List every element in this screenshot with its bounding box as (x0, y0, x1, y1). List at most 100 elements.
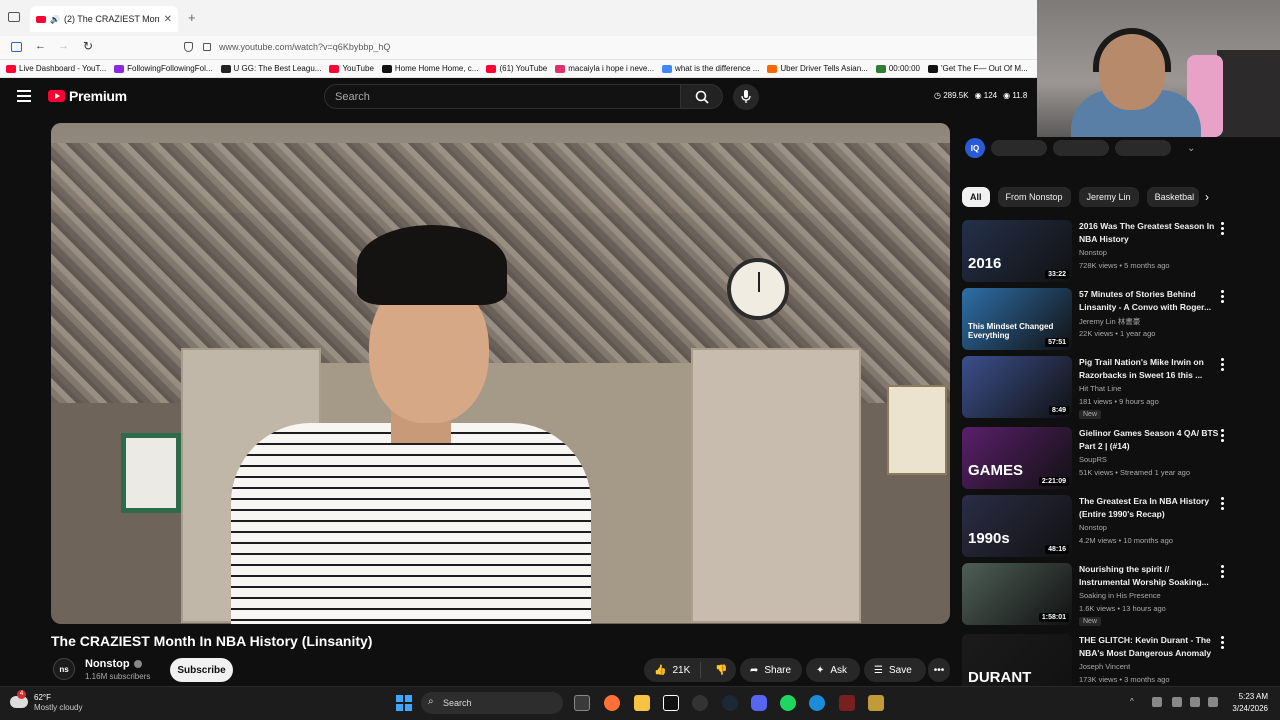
lock-icon[interactable] (203, 43, 211, 51)
discord-icon[interactable] (751, 695, 767, 711)
weather-widget[interactable]: 4 62°F Mostly cloudy (10, 690, 82, 712)
recommendation-item[interactable]: 8:49 Pig Trail Nation's Mike Irwin on Raz… (962, 356, 1232, 419)
video-thumbnail[interactable]: 1990s 48:16 (962, 495, 1072, 557)
recommendation-channel[interactable]: Nonstop (1079, 248, 1107, 257)
more-vertical-icon[interactable] (1221, 636, 1224, 651)
channel-name[interactable]: Nonstop (85, 658, 142, 670)
menu-icon[interactable] (17, 90, 31, 105)
search-input[interactable]: Search (324, 84, 681, 109)
tray-battery-icon[interactable] (1208, 697, 1218, 707)
more-vertical-icon[interactable] (1221, 565, 1224, 580)
more-vertical-icon[interactable] (1221, 358, 1224, 373)
search-button[interactable] (681, 84, 723, 109)
recommendation-title[interactable]: 57 Minutes of Stories Behind Linsanity -… (1079, 288, 1219, 314)
bookmark-item[interactable]: 'Get The F— Out Of M... (927, 64, 1028, 73)
reload-icon[interactable]: ↻ (83, 39, 93, 53)
recommendation-channel[interactable]: Jeremy Lin 林書豪 (1079, 316, 1140, 327)
recommendation-channel[interactable]: Nonstop (1079, 523, 1107, 532)
recommendation-item[interactable]: 1990s 48:16 The Greatest Era In NBA Histor… (962, 495, 1232, 557)
recommendation-channel[interactable]: SoupRS (1079, 455, 1107, 464)
taskbar-clock[interactable]: 5:23 AM 3/24/2026 (1220, 691, 1268, 715)
close-tab-icon[interactable]: ✕ (164, 14, 172, 25)
tray-network-icon[interactable] (1172, 697, 1182, 707)
video-thumbnail[interactable]: 1:58:01 (962, 563, 1072, 625)
recommendation-title[interactable]: The Greatest Era In NBA History (Entire … (1079, 495, 1219, 521)
bookmark-item[interactable]: U GG: The Best Leagu... (220, 64, 321, 73)
sidebar-toggle-icon[interactable] (8, 12, 20, 22)
recommendation-channel[interactable]: Hit That Line (1079, 384, 1121, 393)
more-vertical-icon[interactable] (1221, 290, 1224, 305)
collections-icon[interactable] (11, 42, 22, 52)
tray-chevron-icon[interactable]: ^ (1130, 697, 1140, 707)
voice-search-button[interactable] (733, 84, 759, 110)
taskbar-search[interactable]: ⌕ Search (421, 692, 563, 714)
spotify-icon[interactable] (780, 695, 796, 711)
more-vertical-icon[interactable] (1221, 222, 1224, 237)
video-thumbnail[interactable]: 2016 33:22 (962, 220, 1072, 282)
tray-app-icon[interactable] (1152, 697, 1162, 707)
file-explorer-icon[interactable] (634, 695, 650, 711)
chevron-down-icon[interactable]: ⌄ (1187, 143, 1195, 154)
bookmark-item[interactable]: YouTube (329, 64, 374, 73)
like-button[interactable]: 👍 21K (644, 662, 702, 678)
video-player[interactable] (51, 123, 950, 624)
bookmark-item[interactable]: Live Dashboard - YouT... (6, 64, 106, 73)
chip-basketball[interactable]: Basketbal (1146, 187, 1199, 207)
capcut-icon[interactable] (663, 695, 679, 711)
bookmark-item[interactable]: 00:00:00 (875, 64, 920, 73)
bookmark-item[interactable]: Uber Driver Tells Asian... (767, 64, 868, 73)
recommendation-item[interactable]: 2016 33:22 2016 Was The Greatest Season In… (962, 220, 1232, 282)
chip-all[interactable]: All (962, 187, 990, 207)
recommendation-channel[interactable]: Joseph Vincent (1079, 662, 1130, 671)
more-actions-button[interactable]: ••• (928, 658, 950, 682)
recommendation-channel[interactable]: Soaking in His Presence (1079, 591, 1161, 600)
ask-button[interactable]: ✦ Ask (806, 658, 860, 682)
bookmark-item[interactable]: Home Home Home, c... (381, 64, 478, 73)
channel-avatar[interactable]: ns (53, 658, 75, 680)
chip-from-nonstop[interactable]: From Nonstop (997, 187, 1071, 207)
recommendation-title[interactable]: Pig Trail Nation's Mike Irwin on Razorba… (1079, 356, 1219, 382)
tracking-shield-icon[interactable] (184, 42, 193, 52)
recommendation-item[interactable]: GAMES 2:21:09 Gielinor Games Season 4 QA/ … (962, 427, 1232, 489)
task-view-icon[interactable] (574, 695, 590, 711)
windows-start-icon[interactable] (396, 695, 412, 711)
subscribe-button[interactable]: Subscribe (170, 658, 233, 682)
extension-pill-2[interactable] (1053, 140, 1109, 156)
save-button[interactable]: ☰ Save (864, 658, 926, 682)
more-vertical-icon[interactable] (1221, 497, 1224, 512)
chevron-right-icon[interactable]: › (1205, 190, 1209, 204)
url-field[interactable]: www.youtube.com/watch?v=q6Kbybbp_hQ (219, 42, 390, 52)
steam-icon[interactable] (722, 695, 738, 711)
app-icon-n[interactable] (839, 695, 855, 711)
chip-jeremy-lin[interactable]: Jeremy Lin (1078, 187, 1139, 207)
recommendation-item[interactable]: 1:58:01 Nourishing the spirit // Instrume… (962, 563, 1232, 626)
edge-icon[interactable] (809, 695, 825, 711)
extension-pill-3[interactable] (1115, 140, 1171, 156)
recommendation-title[interactable]: Nourishing the spirit // Instrumental Wo… (1079, 563, 1219, 589)
iq-extension-icon[interactable]: IQ (965, 138, 985, 158)
bookmark-item[interactable]: (61) YouTube (486, 64, 547, 73)
bookmark-item[interactable]: what is the difference ... (662, 64, 759, 73)
more-vertical-icon[interactable] (1221, 429, 1224, 444)
dislike-button[interactable]: 👎 (707, 665, 735, 676)
recommendation-title[interactable]: 2016 Was The Greatest Season In NBA Hist… (1079, 220, 1219, 246)
recommendation-item[interactable]: This Mindset Changed Everything 57:51 57 M… (962, 288, 1232, 350)
bookmark-item[interactable]: FollowingFollowingFol... (114, 64, 213, 73)
youtube-premium-logo[interactable]: Premium (48, 88, 127, 104)
bookmark-item[interactable]: macaiyla i hope i neve... (555, 64, 654, 73)
firefox-icon[interactable] (604, 695, 620, 711)
new-tab-button[interactable]: + (188, 10, 196, 25)
tray-volume-icon[interactable] (1190, 697, 1200, 707)
speaker-icon[interactable]: 🔊 (50, 15, 60, 24)
browser-tab-active[interactable]: 🔊 (2) The CRAZIEST Month In ✕ (30, 6, 178, 32)
video-thumbnail[interactable]: GAMES 2:21:09 (962, 427, 1072, 489)
recommendation-title[interactable]: Gielinor Games Season 4 QA/ BTS Part 2 |… (1079, 427, 1219, 453)
chrome-icon[interactable] (692, 695, 708, 711)
video-thumbnail[interactable]: 8:49 (962, 356, 1072, 418)
video-thumbnail[interactable]: This Mindset Changed Everything 57:51 (962, 288, 1072, 350)
back-icon[interactable]: ← (35, 40, 46, 52)
recommendation-title[interactable]: THE GLITCH: Kevin Durant - The NBA's Mos… (1079, 634, 1219, 660)
app-icon-w[interactable] (868, 695, 884, 711)
extension-pill-1[interactable] (991, 140, 1047, 156)
share-button[interactable]: ➦ Share (740, 658, 802, 682)
